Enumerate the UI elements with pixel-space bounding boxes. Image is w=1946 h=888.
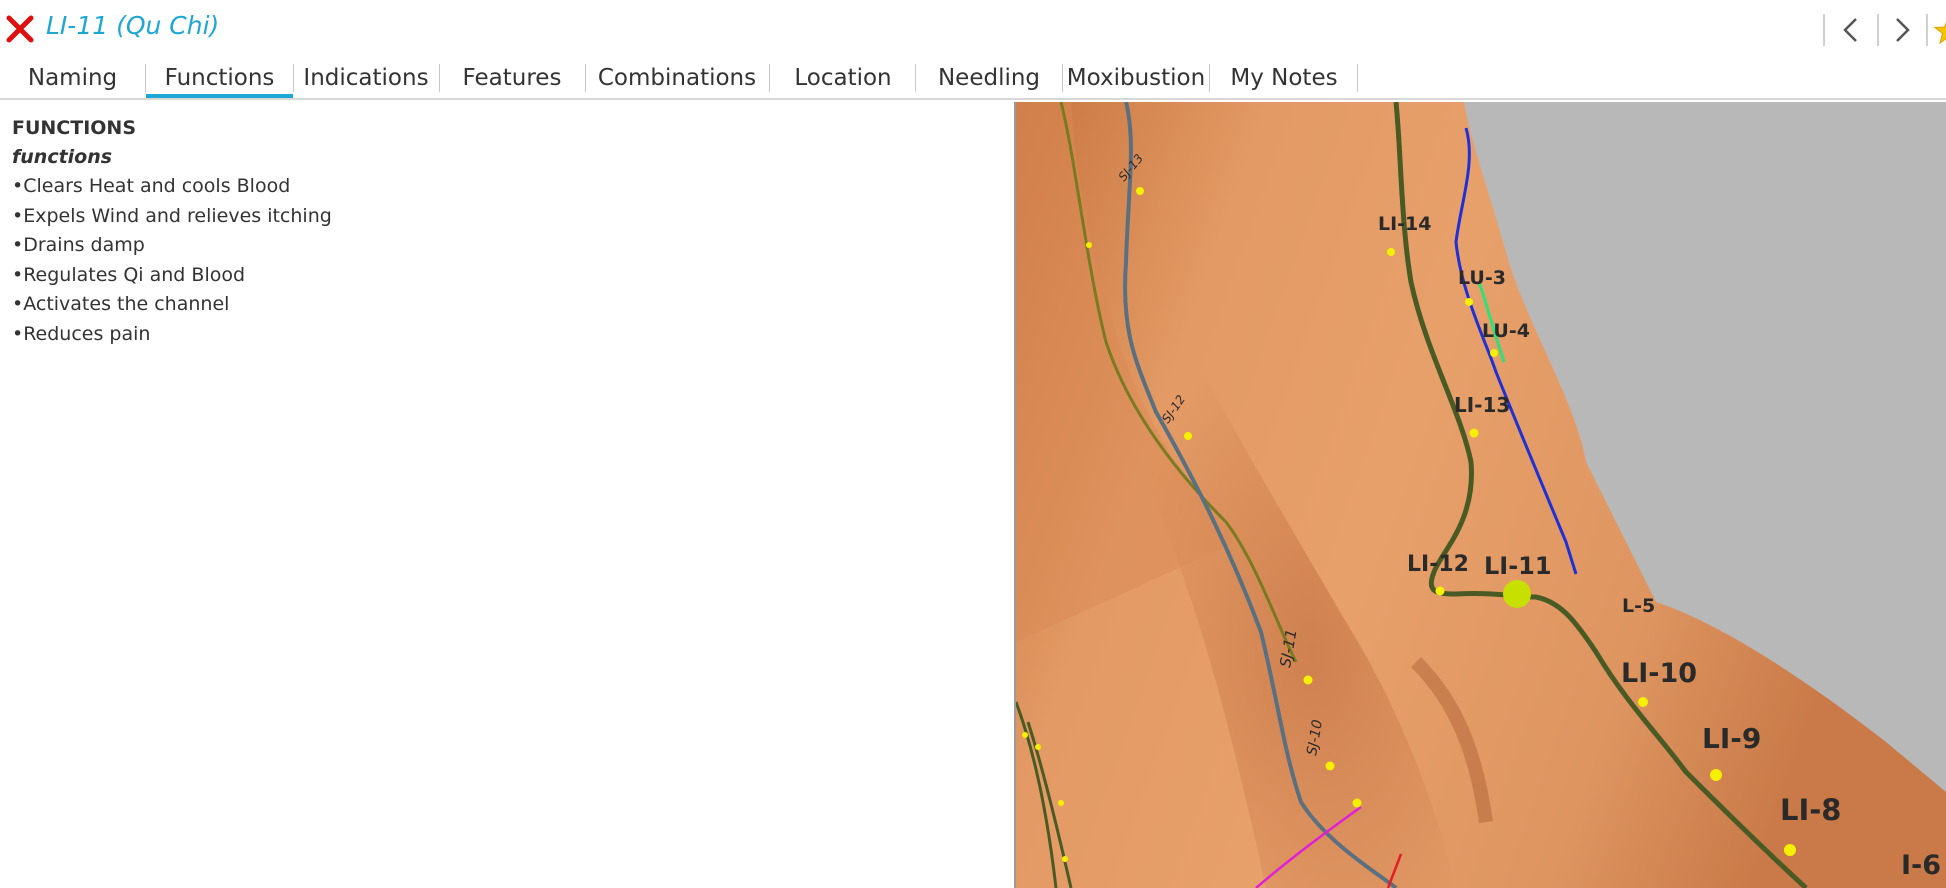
function-item: •Drains damp <box>12 234 145 256</box>
label-li6: I-6 <box>1901 850 1941 881</box>
label-li12: LI-12 <box>1407 552 1469 577</box>
arm-model[interactable]: SJ-13 SJ-12 SJ-11 SJ-10 LI-14 LU-3 LU-4 … <box>1016 102 1946 888</box>
acupoint-lu4[interactable] <box>1490 349 1498 357</box>
title-bar: LI-11 (Qu Chi) <box>0 0 1946 58</box>
tab-functions[interactable]: Functions <box>146 58 293 98</box>
tab-indications[interactable]: Indications <box>296 58 436 98</box>
acupoint-li11-highlight[interactable] <box>1503 580 1531 608</box>
window-title: LI-11 (Qu Chi) <box>46 11 220 40</box>
acupoint-li8[interactable] <box>1784 844 1796 856</box>
label-lu3: LU-3 <box>1458 267 1506 289</box>
tab-moxibustion[interactable]: Moxibustion <box>1063 58 1209 98</box>
functions-panel: FUNCTIONS functions •Clears Heat and coo… <box>0 102 1014 888</box>
acupoint-li13[interactable] <box>1469 428 1479 438</box>
chevron-left-icon[interactable] <box>1833 12 1869 48</box>
tab-bar: Naming Functions Indications Features Co… <box>0 58 1946 100</box>
acupoint-sj10[interactable] <box>1325 761 1335 771</box>
tab-divider <box>769 64 770 92</box>
tab-divider <box>915 64 916 92</box>
acupoint-left-1[interactable] <box>1022 732 1028 738</box>
section-subheading: functions <box>12 146 113 168</box>
tab-features[interactable]: Features <box>441 58 583 98</box>
tab-divider <box>293 64 294 92</box>
label-lu4: LU-4 <box>1482 320 1530 342</box>
tab-divider <box>1209 64 1210 92</box>
function-item: •Clears Heat and cools Blood <box>12 175 291 197</box>
acupoint-li12[interactable] <box>1435 586 1445 596</box>
acupoint-sj13[interactable] <box>1136 187 1144 195</box>
tab-naming[interactable]: Naming <box>10 58 135 98</box>
acupoint-left-3[interactable] <box>1058 800 1064 806</box>
acupoint-lu3[interactable] <box>1465 298 1473 306</box>
tab-divider <box>1357 64 1358 92</box>
function-item: •Regulates Qi and Blood <box>12 263 246 286</box>
acupoint-left-4[interactable] <box>1062 856 1068 862</box>
label-li11: LI-11 <box>1484 552 1552 580</box>
tab-combinations[interactable]: Combinations <box>587 58 767 98</box>
tab-my-notes[interactable]: My Notes <box>1211 58 1357 98</box>
acupoint-left-2[interactable] <box>1035 744 1041 750</box>
acupoint-li9[interactable] <box>1710 769 1722 781</box>
tab-divider <box>585 64 586 92</box>
acupoint-sj11[interactable] <box>1303 675 1313 685</box>
label-li14: LI-14 <box>1378 213 1432 235</box>
acupoint-li14[interactable] <box>1387 248 1395 256</box>
nav-divider <box>1823 14 1825 46</box>
label-li13: LI-13 <box>1454 393 1510 417</box>
label-lu5: L-5 <box>1622 595 1655 617</box>
function-item: •Reduces pain <box>12 322 151 345</box>
section-heading: FUNCTIONS <box>12 117 137 139</box>
chevron-right-icon[interactable] <box>1884 12 1920 48</box>
label-li10: LI-10 <box>1621 658 1697 689</box>
acupoint-sj12[interactable] <box>1184 432 1192 440</box>
tab-needling[interactable]: Needling <box>917 58 1061 98</box>
acupoint-li10[interactable] <box>1638 697 1648 707</box>
label-li9: LI-9 <box>1702 722 1761 755</box>
tab-location[interactable]: Location <box>771 58 915 98</box>
acupoint-olive[interactable] <box>1086 242 1092 248</box>
close-x-icon[interactable] <box>5 14 35 44</box>
star-icon[interactable] <box>1932 14 1946 46</box>
nav-divider <box>1877 14 1879 46</box>
acupoint-sj-lower[interactable] <box>1352 798 1362 808</box>
nav-divider <box>1926 14 1928 46</box>
function-item: •Expels Wind and relieves itching <box>12 204 332 227</box>
label-li8: LI-8 <box>1780 793 1841 827</box>
function-item: •Activates the channel <box>12 293 230 315</box>
anatomy-3d-viewer[interactable]: SJ-13 SJ-12 SJ-11 SJ-10 LI-14 LU-3 LU-4 … <box>1016 102 1946 888</box>
tab-divider <box>439 64 440 92</box>
